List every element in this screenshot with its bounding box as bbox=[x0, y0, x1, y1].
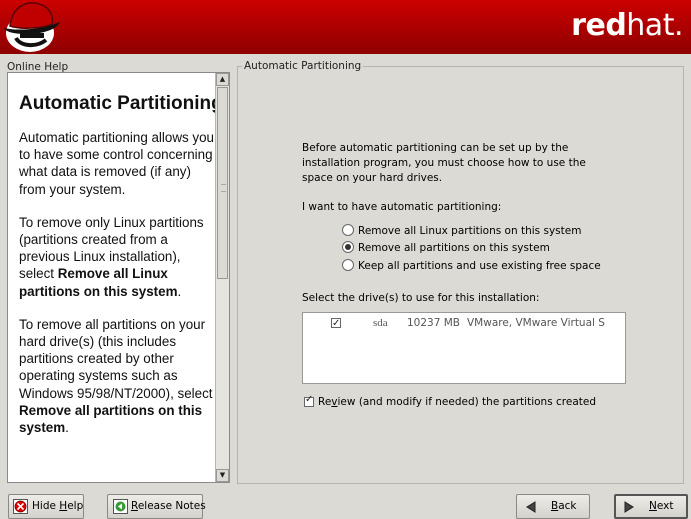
radio-button[interactable] bbox=[342, 259, 354, 271]
hide-help-button[interactable]: Hide Help bbox=[8, 494, 84, 519]
intro-text: Before automatic partitioning can be set… bbox=[302, 142, 586, 184]
back-arrow-icon bbox=[526, 501, 536, 513]
help-scrollbar[interactable]: ▲ ▼ bbox=[215, 73, 229, 482]
scrollbar-thumb[interactable] bbox=[217, 87, 228, 279]
drive-row[interactable]: sda 10237 MB VMware, VMware Virtual S bbox=[303, 314, 625, 333]
section-title: Automatic Partitioning bbox=[242, 60, 364, 72]
drive-list[interactable]: sda 10237 MB VMware, VMware Virtual S bbox=[302, 312, 626, 384]
drive-size: 10237 MB bbox=[407, 317, 461, 329]
radio-remove-all[interactable]: Remove all partitions on this system bbox=[342, 241, 550, 255]
review-checkbox[interactable] bbox=[304, 394, 314, 407]
radio-remove-linux[interactable]: Remove all Linux partitions on this syst… bbox=[342, 224, 581, 238]
drive-checkbox[interactable] bbox=[331, 315, 341, 333]
hide-help-icon bbox=[13, 499, 28, 514]
drives-label: Select the drive(s) to use for this inst… bbox=[302, 292, 540, 304]
help-text: Automatic Partitioning Automatic partiti… bbox=[8, 73, 216, 482]
release-notes-icon bbox=[113, 499, 128, 514]
scroll-up-arrow-icon[interactable]: ▲ bbox=[216, 73, 229, 86]
help-title: Automatic Partitioning bbox=[19, 93, 216, 114]
help-paragraph: Automatic partitioning allows you to hav… bbox=[19, 130, 215, 197]
header-banner: redhat. bbox=[0, 0, 691, 54]
radio-keep-all[interactable]: Keep all partitions and use existing fre… bbox=[342, 259, 601, 273]
shadowman-logo-icon bbox=[4, 2, 60, 52]
drive-model: VMware, VMware Virtual S bbox=[467, 317, 605, 329]
radio-button[interactable] bbox=[342, 224, 354, 236]
redhat-wordmark: redhat. bbox=[571, 8, 683, 43]
help-paragraph: To remove only Linux partitions (partiti… bbox=[19, 214, 204, 299]
help-pane: Automatic Partitioning Automatic partiti… bbox=[7, 72, 230, 483]
next-button[interactable]: Next bbox=[614, 494, 688, 519]
drive-device: sda bbox=[373, 317, 388, 329]
main-frame bbox=[237, 66, 684, 484]
back-button[interactable]: Back bbox=[516, 494, 590, 519]
partition-mode-label: I want to have automatic partitioning: bbox=[302, 201, 502, 213]
help-paragraph: To remove all partitions on your hard dr… bbox=[19, 316, 213, 436]
review-checkbox-row[interactable]: Review (and modify if needed) the partit… bbox=[304, 394, 596, 408]
scroll-down-arrow-icon[interactable]: ▼ bbox=[216, 469, 229, 482]
radio-button-selected[interactable] bbox=[342, 241, 354, 253]
next-arrow-icon bbox=[624, 501, 634, 513]
release-notes-button[interactable]: Release Notes bbox=[107, 494, 206, 519]
